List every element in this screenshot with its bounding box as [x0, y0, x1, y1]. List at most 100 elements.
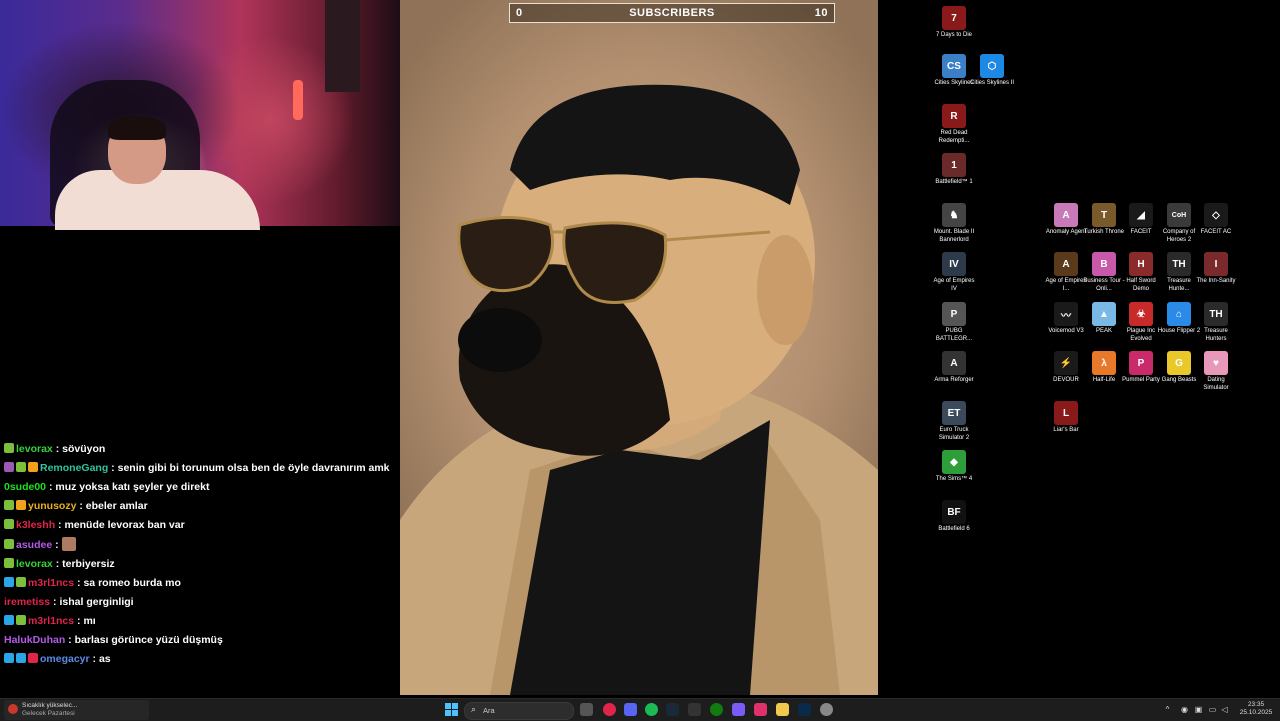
store-icon[interactable] [732, 703, 745, 716]
shortcut-label: The Sims™ 4 [935, 476, 973, 482]
chat-username[interactable]: m3rl1ncs [28, 615, 74, 627]
app-icon: CS [942, 54, 966, 78]
speaker-icon[interactable]: ◁ [1220, 705, 1229, 714]
clock[interactable]: 23:35 25.10.2025 [1236, 701, 1276, 717]
app-icon: G [1167, 351, 1191, 375]
chat-username[interactable]: k3leshh [16, 519, 55, 531]
shortcut-label: FACEIT AC [1200, 229, 1232, 235]
instagram-icon[interactable] [754, 703, 767, 716]
dog-man-image: 0 SUBSCRIBERS 10 [400, 0, 878, 695]
shortcut-label: Cities Skylines II [970, 80, 1015, 86]
chat-badge-icon [28, 462, 38, 472]
subscriber-title: SUBSCRIBERS [629, 7, 715, 19]
app-icon: ♥ [1204, 351, 1228, 375]
chat-username[interactable]: levorax [16, 558, 53, 570]
xbox-icon[interactable] [710, 703, 723, 716]
chat-username[interactable]: omegacyr [40, 653, 90, 665]
chat-username[interactable]: levorax [16, 443, 53, 455]
app-icon: B [1092, 252, 1116, 276]
streamer-hair [108, 116, 166, 140]
taskbar-search[interactable]: ⌕ Ara [464, 702, 574, 720]
tray-app-icon[interactable]: ▣ [1194, 705, 1203, 714]
weather-icon [8, 704, 18, 714]
desktop-shortcut[interactable]: ♥ Dating Simulator [1194, 351, 1238, 392]
chat-message: levorax : terbiyersiz [0, 555, 398, 574]
chat-text: terbiyersiz [62, 558, 115, 570]
chevron-up-icon[interactable]: ^ [1163, 705, 1172, 714]
spotify-icon[interactable] [645, 703, 658, 716]
desktop-shortcut[interactable]: ⬡ Cities Skylines II [970, 54, 1014, 88]
chat-text: ebeler amlar [85, 500, 148, 512]
steam-icon[interactable] [666, 703, 679, 716]
app-icon: H [1129, 252, 1153, 276]
app-icon: A [1054, 203, 1078, 227]
desktop-shortcut[interactable]: 7 7 Days to Die [932, 6, 976, 40]
chat-username[interactable]: iremetiss [4, 596, 50, 608]
chat-badge-icon [16, 577, 26, 587]
shortcut-label: Red Dead Redempti... [938, 130, 970, 144]
display-icon[interactable]: ▭ [1208, 705, 1217, 714]
discord-icon[interactable] [624, 703, 637, 716]
chat-username[interactable]: asudee [16, 539, 52, 551]
app-icon: 〰 [1054, 302, 1078, 326]
photoshop-icon[interactable] [798, 703, 811, 716]
desktop-shortcut[interactable]: ◆ The Sims™ 4 [932, 450, 976, 484]
chat-message: m3rl1ncs : mı [0, 612, 398, 631]
wall-poster [325, 0, 360, 92]
chat-emote-icon [61, 537, 76, 551]
chrome-icon[interactable] [820, 703, 833, 716]
epic-games-icon[interactable] [688, 703, 701, 716]
shortcut-label: PUBG BATTLEGR... [935, 328, 973, 342]
search-icon: ⌕ [471, 704, 477, 714]
app-icon: ◆ [942, 450, 966, 474]
network-icon[interactable]: ◉ [1180, 705, 1189, 714]
app-icon: R [942, 104, 966, 128]
chat-badge-icon [4, 519, 14, 529]
streamer-body [55, 170, 260, 230]
chat-text: barlası görünce yüzü düşmüş [74, 634, 223, 646]
app-icon: 1 [942, 153, 966, 177]
subscriber-counter: 0 SUBSCRIBERS 10 [509, 3, 835, 23]
task-view-icon[interactable] [580, 703, 593, 716]
chat-username[interactable]: 0sude00 [4, 481, 46, 493]
chat-badge-icon [16, 653, 26, 663]
desktop-shortcut[interactable]: ♞ Mount. Blade II Bannerlord [932, 203, 976, 244]
search-placeholder: Ara [483, 706, 495, 715]
chat-badge-icon [16, 615, 26, 625]
chat-badge-icon [4, 539, 14, 549]
desktop-shortcut[interactable]: IV Age of Empires IV [932, 252, 976, 293]
desktop-shortcut[interactable]: 1 Battlefield™ 1 [932, 153, 976, 187]
chat-message: levorax : sövüyon [0, 440, 398, 459]
weather-subtext: Gelecek Pazartesi [22, 710, 75, 717]
start-button[interactable] [445, 703, 458, 716]
desktop-shortcut[interactable]: ◇ FACEIT AC [1194, 203, 1238, 237]
taskbar: Sıcaklık yükselec... Gelecek Pazartesi ⌕… [0, 698, 1280, 721]
desktop-shortcut[interactable]: R Red Dead Redempti... [932, 104, 976, 145]
chat-username[interactable]: RemoneGang [40, 462, 108, 474]
desktop-shortcut[interactable]: BF Battlefield 6 [932, 500, 976, 534]
chat-username[interactable]: m3rl1ncs [28, 577, 74, 589]
file-explorer-icon[interactable] [776, 703, 789, 716]
taskbar-app-icon[interactable] [603, 703, 616, 716]
desktop-shortcut[interactable]: P PUBG BATTLEGR... [932, 302, 976, 343]
chat-username[interactable]: HalukDuhan [4, 634, 65, 646]
chat-badge-icon [4, 615, 14, 625]
desktop-shortcut[interactable]: I The Inn-Sanity [1194, 252, 1238, 286]
app-icon: A [942, 351, 966, 375]
app-icon: ⌂ [1167, 302, 1191, 326]
app-icon: A [1054, 252, 1078, 276]
chat-username[interactable]: yunusozy [28, 500, 76, 512]
desktop-shortcut[interactable]: TH Treasure Hunters [1194, 302, 1238, 343]
chat-badge-icon [4, 577, 14, 587]
desktop-shortcut[interactable]: L Liar's Bar [1044, 401, 1088, 435]
weather-widget[interactable]: Sıcaklık yükselec... Gelecek Pazartesi [4, 700, 149, 720]
desktop-shortcut[interactable]: ET Euro Truck Simulator 2 [932, 401, 976, 442]
chat-message: RemoneGang : senin gibi bi torunum olsa … [0, 459, 398, 478]
desktop-shortcut[interactable]: A Arma Reforger [932, 351, 976, 385]
shortcut-label: Mount. Blade II Bannerlord [933, 229, 975, 243]
chat-text: sövüyon [62, 443, 106, 455]
chat-message: yunusozy : ebeler amlar [0, 497, 398, 516]
app-icon: BF [942, 500, 966, 524]
shortcut-label: Treasure Hunters [1204, 328, 1228, 342]
app-icon: ◇ [1204, 203, 1228, 227]
